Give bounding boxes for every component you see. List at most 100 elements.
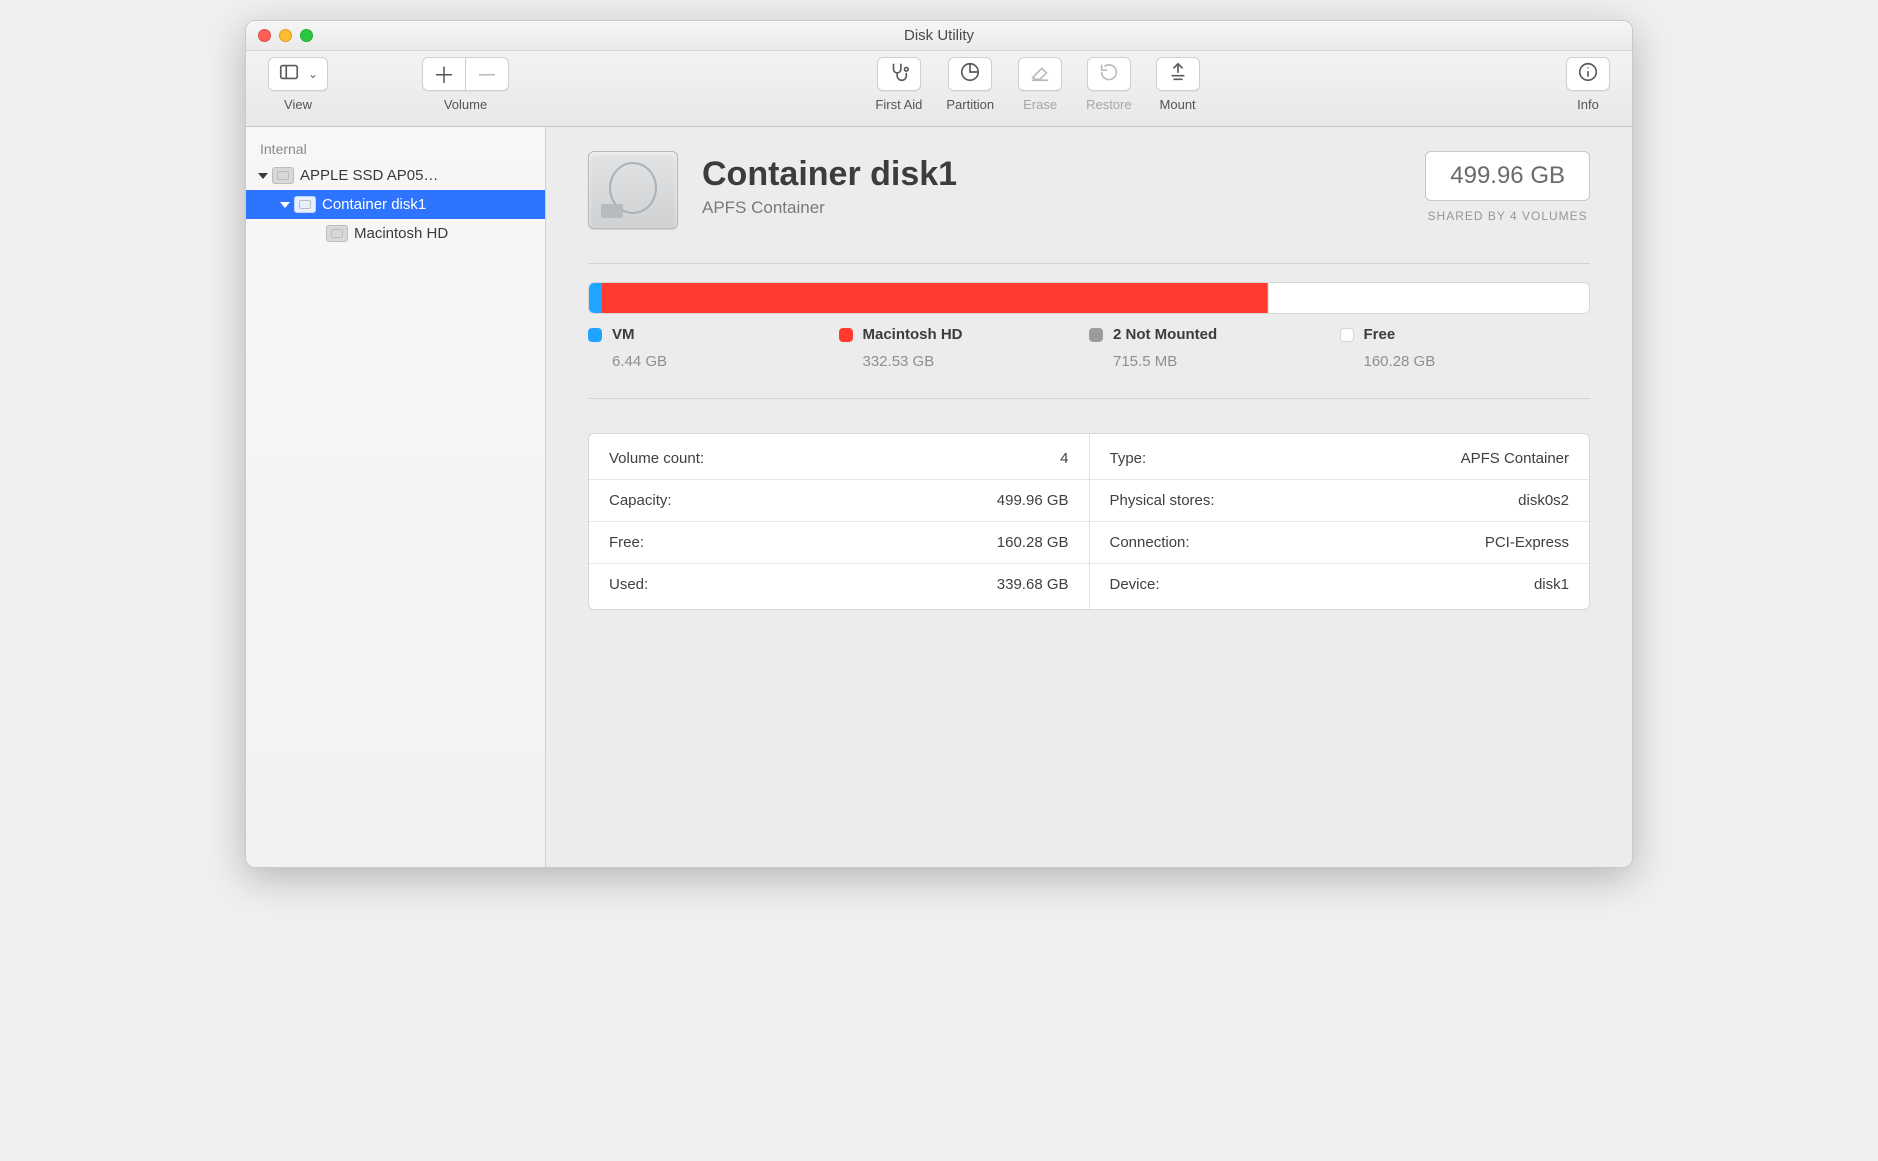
details-table: Volume count: 4 Capacity: 499.96 GB Free: 160…: [588, 433, 1590, 610]
detail-key: Type:: [1110, 450, 1147, 467]
eraser-icon: [1029, 61, 1051, 88]
sidebar: Internal APPLE SSD AP05… Container disk1 M…: [246, 127, 546, 867]
detail-row: Capacity: 499.96 GB: [589, 479, 1089, 521]
sidebar-item-label: Container disk1: [322, 196, 426, 213]
divider: [588, 263, 1590, 264]
drive-icon: [272, 167, 294, 184]
detail-row: Type: APFS Container: [1090, 438, 1590, 479]
legend-item: 2 Not Mounted 715.5 MB: [1089, 326, 1340, 370]
stethoscope-icon: [888, 61, 910, 88]
detail-key: Free:: [609, 534, 644, 551]
erase-group: Erase: [1018, 57, 1062, 112]
legend-size: 6.44 GB: [612, 353, 839, 370]
plus-icon: ＋: [433, 58, 455, 90]
usage-segment: [1268, 283, 1589, 313]
title-bar: Disk Utility: [246, 21, 1632, 51]
volume-title: Container disk1: [702, 155, 1401, 194]
window-title: Disk Utility: [246, 27, 1632, 44]
volume-header: Container disk1 APFS Container 499.96 GB…: [588, 151, 1590, 229]
view-button[interactable]: ⌄: [268, 57, 328, 91]
disk-icon: [588, 151, 678, 229]
info-button[interactable]: [1566, 57, 1610, 91]
details-right-column: Type: APFS Container Physical stores:disk0…: [1090, 434, 1590, 609]
detail-value: 339.68 GB: [997, 576, 1069, 593]
drive-icon: [326, 225, 348, 242]
detail-value: 499.96 GB: [997, 492, 1069, 509]
partition-button[interactable]: [948, 57, 992, 91]
view-label: View: [284, 97, 312, 112]
legend-name: VM: [612, 326, 635, 343]
sidebar-item[interactable]: Container disk1: [246, 190, 545, 219]
sidebar-item[interactable]: APPLE SSD AP05…: [246, 161, 545, 190]
legend-name: Free: [1364, 326, 1396, 343]
usage-legend: VM6.44 GBMacintosh HD332.53 GB2 Not Moun…: [588, 326, 1590, 370]
capacity-value: 499.96 GB: [1425, 151, 1590, 201]
volume-group: ＋ － Volume: [422, 57, 509, 112]
disclosure-triangle-icon[interactable]: [280, 202, 290, 208]
detail-value: disk0s2: [1518, 492, 1569, 509]
capacity-block: 499.96 GB SHARED BY 4 VOLUMES: [1425, 151, 1590, 223]
mount-group: Mount: [1156, 57, 1200, 112]
legend-name: 2 Not Mounted: [1113, 326, 1217, 343]
legend-size: 332.53 GB: [863, 353, 1090, 370]
sidebar-item-label: APPLE SSD AP05…: [300, 167, 438, 184]
details-left-column: Volume count: 4 Capacity: 499.96 GB Free: 160…: [589, 434, 1090, 609]
sidebar-icon: [278, 61, 300, 88]
legend-name: Macintosh HD: [863, 326, 963, 343]
sidebar-section-internal: Internal: [246, 135, 545, 161]
legend-swatch: [1089, 328, 1103, 342]
info-group: Info: [1566, 57, 1610, 112]
detail-row: Physical stores:disk0s2: [1090, 479, 1590, 521]
detail-key: Device:: [1110, 576, 1160, 593]
divider: [588, 398, 1590, 399]
partition-group: Partition: [946, 57, 994, 112]
first-aid-button[interactable]: [877, 57, 921, 91]
erase-button[interactable]: [1018, 57, 1062, 91]
usage-segment: [602, 283, 1267, 313]
detail-value: PCI-Express: [1485, 534, 1569, 551]
restore-button[interactable]: [1087, 57, 1131, 91]
detail-value: disk1: [1534, 576, 1569, 593]
legend-swatch: [588, 328, 602, 342]
main-panel: Container disk1 APFS Container 499.96 GB…: [546, 127, 1632, 867]
legend-swatch: [839, 328, 853, 342]
restore-icon: [1098, 61, 1120, 88]
restore-label: Restore: [1086, 97, 1132, 112]
detail-row: Used: 339.68 GB: [589, 563, 1089, 605]
disclosure-triangle-icon[interactable]: [258, 173, 268, 179]
legend-size: 160.28 GB: [1364, 353, 1591, 370]
mount-button[interactable]: [1156, 57, 1200, 91]
detail-row: Free: 160.28 GB: [589, 521, 1089, 563]
restore-group: Restore: [1086, 57, 1132, 112]
sidebar-item[interactable]: Macintosh HD: [246, 219, 545, 248]
minus-icon: －: [476, 58, 498, 90]
capacity-shared-note: SHARED BY 4 VOLUMES: [1425, 209, 1590, 223]
legend-size: 715.5 MB: [1113, 353, 1340, 370]
partition-label: Partition: [946, 97, 994, 112]
detail-key: Capacity:: [609, 492, 672, 509]
legend-item: VM 6.44 GB: [588, 326, 839, 370]
erase-label: Erase: [1023, 97, 1057, 112]
volume-label: Volume: [444, 97, 487, 112]
info-label: Info: [1577, 97, 1599, 112]
detail-value: 160.28 GB: [997, 534, 1069, 551]
toolbar: ⌄ View ＋ － Volume: [246, 51, 1632, 127]
sidebar-item-label: Macintosh HD: [354, 225, 448, 242]
pie-icon: [959, 61, 981, 88]
detail-value: 4: [1060, 450, 1068, 467]
view-group: ⌄ View: [268, 57, 328, 112]
detail-row: Device: disk1: [1090, 563, 1590, 605]
detail-value: APFS Container: [1461, 450, 1569, 467]
legend-swatch: [1340, 328, 1354, 342]
detail-row: Connection: PCI-Express: [1090, 521, 1590, 563]
detail-key: Volume count:: [609, 450, 704, 467]
detail-key: Connection:: [1110, 534, 1190, 551]
first-aid-label: First Aid: [875, 97, 922, 112]
detail-key: Used:: [609, 576, 648, 593]
usage-bar: [588, 282, 1590, 314]
chevron-down-icon: ⌄: [308, 67, 318, 81]
add-volume-button[interactable]: ＋: [422, 57, 466, 91]
legend-item: Macintosh HD 332.53 GB: [839, 326, 1090, 370]
body: Internal APPLE SSD AP05… Container disk1 M…: [246, 127, 1632, 867]
remove-volume-button[interactable]: －: [465, 57, 509, 91]
